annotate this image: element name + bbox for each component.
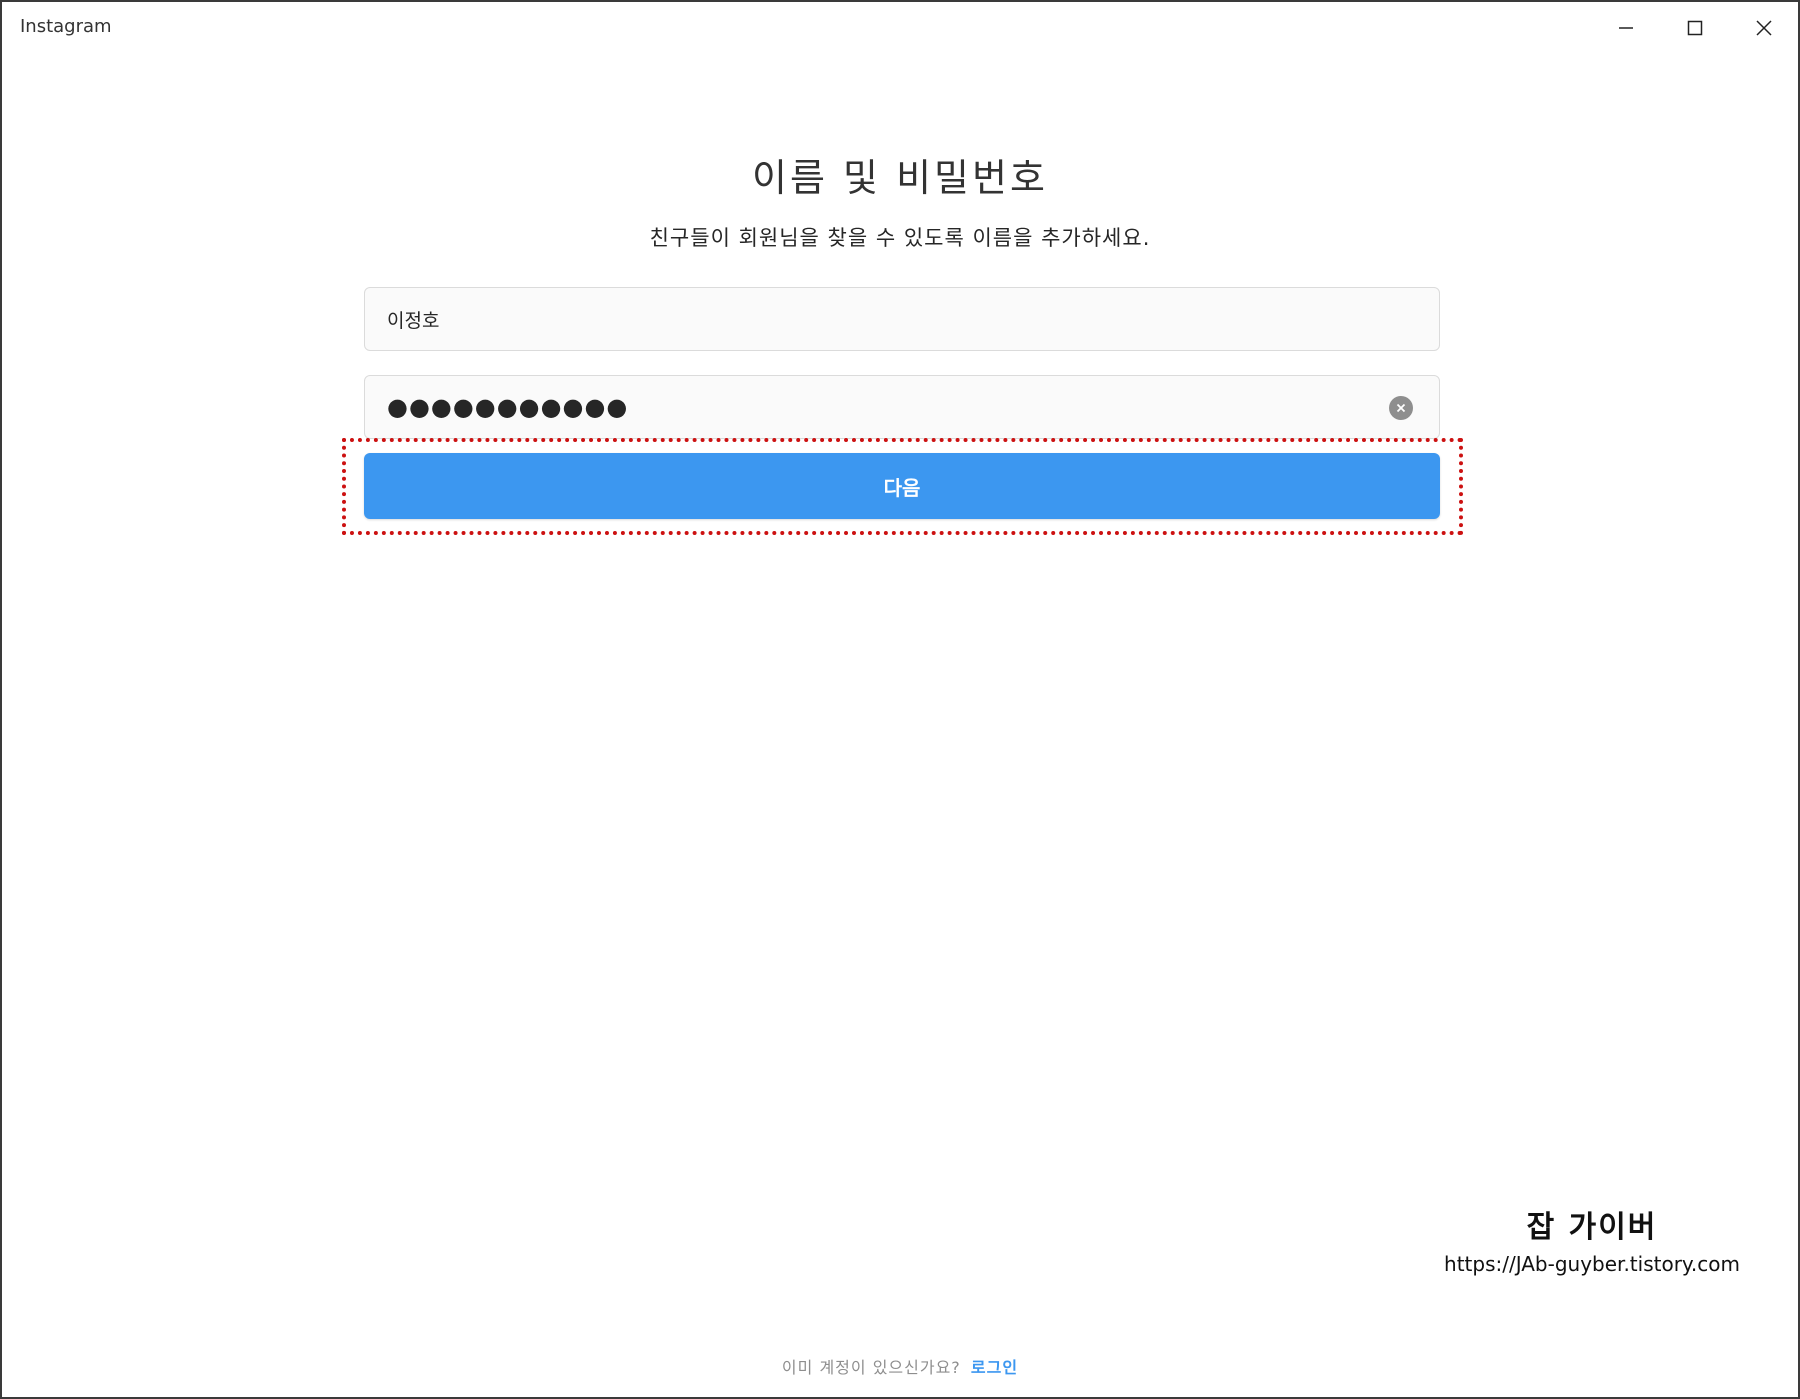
page-heading: 이름 및 비밀번호 [752, 156, 1048, 200]
window-title: Instagram [20, 16, 112, 37]
password-input[interactable] [365, 376, 1439, 438]
watermark-url: https://JAb-guyber.tistory.com [1444, 1252, 1740, 1276]
maximize-button[interactable] [1660, 2, 1729, 54]
watermark-name: 잡 가이버 [1526, 1210, 1658, 1245]
full-name-field [364, 287, 1440, 351]
next-button[interactable]: 다음 [364, 453, 1440, 519]
minimize-icon [1618, 27, 1633, 29]
login-prompt: 이미 계정이 있으신가요? 로그인 [2, 1354, 1798, 1378]
full-name-input[interactable] [365, 288, 1439, 350]
login-prompt-text: 이미 계정이 있으신가요? [781, 1358, 961, 1377]
clear-circle-icon [1396, 403, 1406, 413]
password-field [364, 375, 1440, 439]
maximize-icon [1687, 20, 1702, 36]
window-controls [1591, 2, 1798, 54]
page-subtext: 친구들이 회원님을 찾을 수 있도록 이름을 추가하세요. [649, 226, 1151, 250]
close-button[interactable] [1729, 2, 1798, 54]
login-link[interactable]: 로그인 [971, 1358, 1018, 1377]
minimize-button[interactable] [1591, 2, 1660, 54]
clear-password-button[interactable] [1389, 396, 1413, 420]
title-bar: Instagram [2, 2, 1798, 54]
close-icon [1755, 20, 1772, 36]
app-window: Instagram 이름 및 비밀번호 친구들이 회원님을 찾을 수 있도록 이… [0, 0, 1800, 1399]
